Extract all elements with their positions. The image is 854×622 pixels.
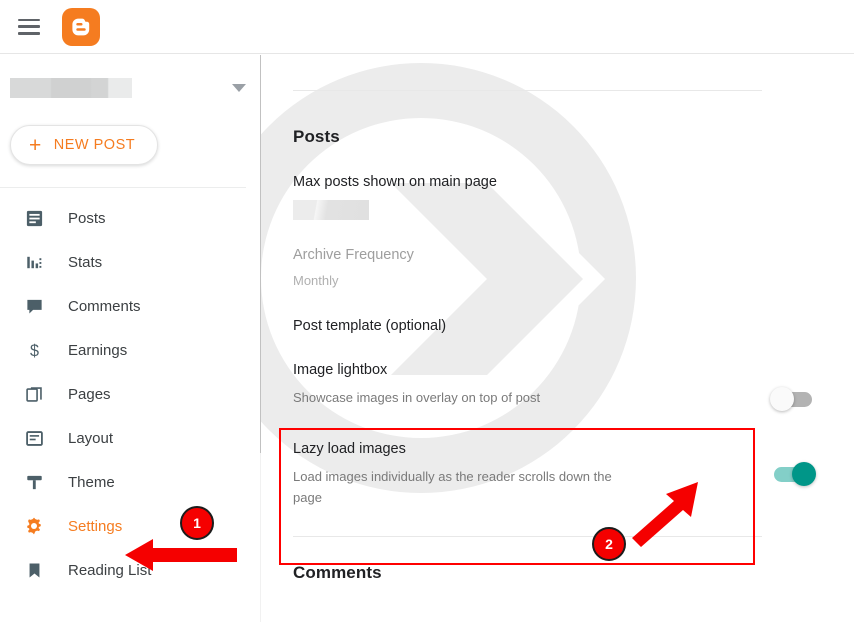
sidebar-item-layout[interactable]: Layout [0, 416, 260, 460]
section-heading-posts: Posts [293, 127, 340, 146]
new-post-button[interactable]: + NEW POST [10, 125, 159, 165]
sidebar-nav: Posts Stats Comments $ Earnings Pages La… [0, 196, 260, 592]
sidebar-item-reading-list[interactable]: Reading List [0, 548, 260, 592]
sidebar-item-label: Stats [68, 253, 103, 271]
setting-row-archive-frequency[interactable]: Archive Frequency Monthly [293, 220, 854, 291]
annotation-badge-2: 2 [592, 527, 626, 561]
posts-icon [22, 206, 46, 230]
settings-list: Posts Max posts shown on main page Archi… [261, 90, 854, 583]
setting-label: Archive Frequency [293, 247, 414, 263]
layout-icon [22, 426, 46, 450]
hamburger-menu-icon[interactable] [18, 18, 40, 35]
sidebar-item-pages[interactable]: Pages [0, 372, 260, 416]
comments-icon [22, 294, 46, 318]
theme-icon [22, 470, 46, 494]
new-post-container: + NEW POST [0, 111, 260, 165]
section-heading-comments: Comments [293, 563, 382, 582]
setting-label: Lazy load images [293, 441, 406, 457]
blog-name-redacted [10, 78, 132, 98]
sidebar-item-label: Posts [68, 209, 106, 227]
setting-label: Image lightbox [293, 362, 388, 378]
sidebar-item-stats[interactable]: Stats [0, 240, 260, 284]
sidebar-item-theme[interactable]: Theme [0, 460, 260, 504]
toggle-knob [792, 462, 816, 486]
setting-row-max-posts[interactable]: Max posts shown on main page [293, 147, 854, 220]
sidebar-item-label: Reading List [68, 561, 152, 579]
sidebar-item-label: Pages [68, 385, 111, 403]
sidebar-item-label: Settings [68, 517, 123, 535]
sidebar-item-earnings[interactable]: $ Earnings [0, 328, 260, 372]
setting-description: Showcase images in overlay on top of pos… [293, 390, 541, 405]
top-app-bar [0, 0, 854, 54]
setting-label: Post template (optional) [293, 318, 447, 334]
settings-gear-icon [22, 514, 46, 538]
annotation-badge-1: 1 [180, 506, 214, 540]
content-top-divider [293, 90, 762, 91]
sidebar-divider [0, 187, 246, 188]
earnings-icon: $ [22, 338, 46, 362]
sidebar-item-label: Theme [68, 473, 115, 491]
sidebar-item-settings[interactable]: Settings [0, 504, 260, 548]
blog-selector[interactable] [0, 65, 260, 111]
max-posts-value-redacted [293, 200, 369, 220]
chevron-down-icon[interactable] [232, 84, 246, 92]
lazy-load-images-toggle[interactable] [770, 462, 816, 486]
sidebar: + NEW POST Posts Stats Comments $ Earnin… [0, 55, 260, 622]
settings-content-panel: Posts Max posts shown on main page Archi… [261, 55, 854, 622]
reading-list-icon [22, 558, 46, 582]
new-post-label: NEW POST [53, 137, 136, 153]
setting-row-image-lightbox[interactable]: Image lightbox Showcase images in overla… [293, 335, 854, 411]
setting-description: Load images individually as the reader s… [293, 469, 612, 505]
sidebar-item-label: Earnings [68, 341, 128, 359]
setting-value: Monthly [293, 273, 339, 288]
svg-text:$: $ [30, 342, 39, 360]
stats-icon [22, 250, 46, 274]
blogger-settings-screen: + NEW POST Posts Stats Comments $ Earnin… [0, 0, 854, 622]
sidebar-item-comments[interactable]: Comments [0, 284, 260, 328]
setting-row-post-template[interactable]: Post template (optional) [293, 291, 854, 335]
sidebar-item-label: Layout [68, 429, 114, 447]
setting-row-lazy-load-images[interactable]: Lazy load images Load images individuall… [293, 408, 854, 508]
sidebar-item-posts[interactable]: Posts [0, 196, 260, 240]
content-bottom-divider [293, 536, 762, 537]
blogger-logo-icon[interactable] [62, 7, 100, 46]
pages-icon [22, 382, 46, 406]
setting-label: Max posts shown on main page [293, 174, 497, 190]
plus-icon: + [29, 133, 42, 157]
sidebar-item-label: Comments [68, 297, 141, 315]
